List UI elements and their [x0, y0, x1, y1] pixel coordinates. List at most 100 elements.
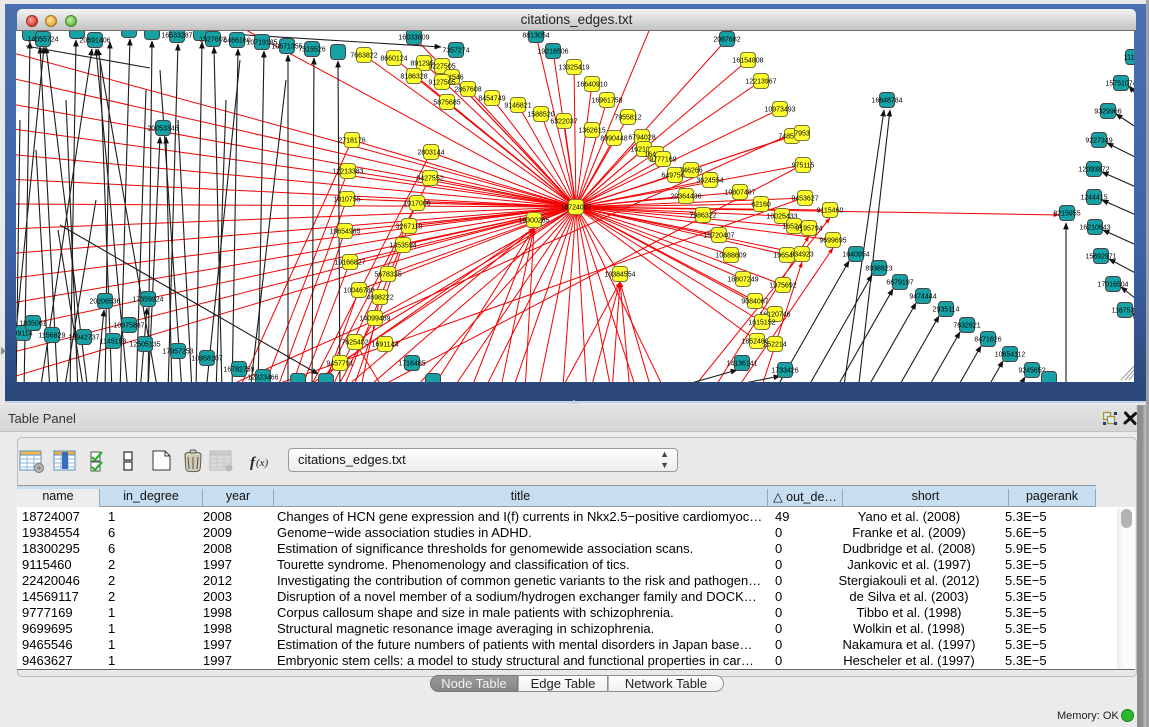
svg-text:6322037: 6322037 [550, 119, 577, 126]
svg-text:8660124: 8660124 [380, 56, 407, 63]
svg-text:7953: 7953 [794, 131, 810, 138]
svg-text:7986322: 7986322 [689, 213, 716, 220]
svg-text:2935114: 2935114 [933, 307, 960, 314]
svg-text:6679197: 6679197 [886, 280, 913, 287]
svg-text:17359924: 17359924 [132, 297, 163, 304]
svg-text:9227349: 9227349 [1085, 138, 1112, 145]
svg-text:5875685: 5875685 [433, 100, 460, 107]
svg-text:9777169: 9777169 [649, 157, 676, 164]
svg-text:8186328: 8186328 [400, 74, 427, 81]
svg-text:12213967: 12213967 [745, 79, 776, 86]
svg-text:15720407: 15720407 [703, 233, 734, 240]
svg-text:252214: 252214 [763, 342, 786, 349]
svg-text:9427552: 9427552 [416, 176, 443, 183]
svg-text:6794028: 6794028 [628, 135, 655, 142]
svg-text:12505135: 12505135 [129, 342, 160, 349]
svg-text:12213383: 12213383 [332, 169, 363, 176]
svg-text:4698222: 4698222 [366, 295, 393, 302]
svg-text:10654112: 10654112 [995, 352, 1026, 359]
svg-text:7625402: 7625402 [341, 340, 368, 347]
svg-text:9146821: 9146821 [504, 103, 531, 110]
svg-text:16648784: 16648784 [871, 98, 902, 105]
svg-text:1244415: 1244415 [1080, 195, 1107, 202]
svg-text:9115460: 9115460 [817, 208, 844, 215]
svg-text:17016504: 17016504 [1097, 282, 1128, 289]
svg-text:1733426: 1733426 [771, 368, 798, 375]
svg-text:8813054: 8813054 [522, 33, 549, 40]
svg-text:5678335: 5678335 [374, 272, 401, 279]
svg-text:14055724: 14055724 [27, 37, 58, 44]
svg-text:10046788: 10046788 [343, 288, 374, 295]
svg-text:1640954: 1640954 [842, 252, 869, 259]
svg-text:20691406: 20691406 [79, 38, 110, 45]
svg-text:9457791: 9457791 [326, 361, 353, 368]
svg-text:19300285: 19300285 [518, 218, 549, 225]
svg-text:17957253: 17957253 [162, 349, 193, 356]
svg-text:3267110: 3267110 [396, 224, 423, 231]
svg-text:1353594: 1353594 [389, 243, 416, 250]
svg-text:1017006: 1017006 [403, 201, 430, 208]
svg-text:8990448: 8990448 [600, 136, 627, 143]
svg-text:9127505: 9127505 [428, 80, 455, 87]
svg-text:14099489: 14099489 [359, 316, 390, 323]
svg-text:1362615: 1362615 [578, 128, 605, 135]
svg-text:19654985: 19654985 [329, 229, 360, 236]
svg-text:20053346: 20053346 [147, 126, 178, 133]
svg-text:7663822: 7663822 [350, 53, 377, 60]
svg-text:18724007: 18724007 [560, 205, 591, 212]
svg-text:39114: 39114 [16, 331, 33, 338]
svg-text:15692971: 15692971 [1085, 254, 1116, 261]
svg-text:9453627: 9453627 [791, 196, 818, 203]
svg-text:12093872: 12093872 [1078, 167, 1109, 174]
svg-text:9195794: 9195794 [795, 226, 822, 233]
svg-text:19218506: 19218506 [537, 49, 568, 56]
svg-text:8938923: 8938923 [865, 266, 892, 273]
svg-text:10807487: 10807487 [724, 190, 755, 197]
svg-text:(x): (x) [256, 457, 269, 469]
svg-text:8471626: 8471626 [974, 337, 1001, 344]
svg-text:20206536: 20206536 [89, 299, 120, 306]
svg-text:1010755: 1010755 [333, 197, 360, 204]
svg-text:16782759: 16782759 [223, 367, 254, 374]
svg-text:2087682: 2087682 [713, 37, 740, 44]
svg-text:10958107: 10958107 [191, 356, 222, 363]
svg-text:9329966: 9329966 [1094, 109, 1121, 116]
svg-text:10975887: 10975887 [113, 323, 144, 330]
svg-text:2803144: 2803144 [417, 150, 444, 157]
svg-text:975115: 975115 [792, 163, 815, 170]
svg-text:19166827: 19166827 [334, 260, 365, 267]
svg-text:1835061: 1835061 [19, 321, 46, 328]
svg-text:9474444: 9474444 [909, 294, 936, 301]
svg-text:2718176: 2718176 [338, 138, 365, 145]
svg-text:1975692: 1975692 [769, 283, 796, 290]
svg-text:16210643: 16210643 [1079, 225, 1110, 232]
svg-text:19384554: 19384554 [604, 272, 635, 279]
svg-text:934923: 934923 [790, 252, 813, 259]
svg-text:1588520: 1588520 [527, 112, 554, 119]
svg-text:7515526: 7515526 [298, 47, 325, 54]
svg-text:1167533: 1167533 [1112, 308, 1134, 315]
svg-text:15751074: 15751074 [1105, 81, 1134, 88]
svg-text:16961758: 16961758 [591, 98, 622, 105]
svg-text:7632621: 7632621 [953, 323, 980, 330]
svg-text:13325419: 13325419 [558, 65, 589, 72]
svg-text:1716485: 1716485 [398, 361, 425, 368]
svg-text:11174: 11174 [1124, 55, 1134, 62]
svg-text:9084067: 9084067 [741, 299, 768, 306]
svg-text:2867608: 2867608 [454, 87, 481, 94]
svg-text:14136141: 14136141 [726, 361, 757, 368]
svg-text:12323466: 12323466 [247, 375, 278, 382]
svg-text:3624554: 3624554 [696, 178, 723, 185]
svg-text:8215955: 8215955 [1053, 211, 1080, 218]
svg-text:1145193: 1145193 [100, 339, 127, 346]
svg-text:10688609: 10688609 [715, 253, 746, 260]
svg-text:18807249: 18807249 [727, 277, 758, 284]
svg-text:1615152: 1615152 [748, 320, 775, 327]
svg-text:16533287: 16533287 [161, 33, 192, 40]
svg-text:1691144: 1691144 [372, 342, 399, 349]
svg-text:62160: 62160 [751, 202, 771, 209]
svg-text:746266: 746266 [679, 168, 702, 175]
svg-text:16640910: 16640910 [576, 82, 607, 89]
svg-text:16154808: 16154808 [732, 58, 763, 65]
svg-text:1156829: 1156829 [39, 333, 66, 340]
